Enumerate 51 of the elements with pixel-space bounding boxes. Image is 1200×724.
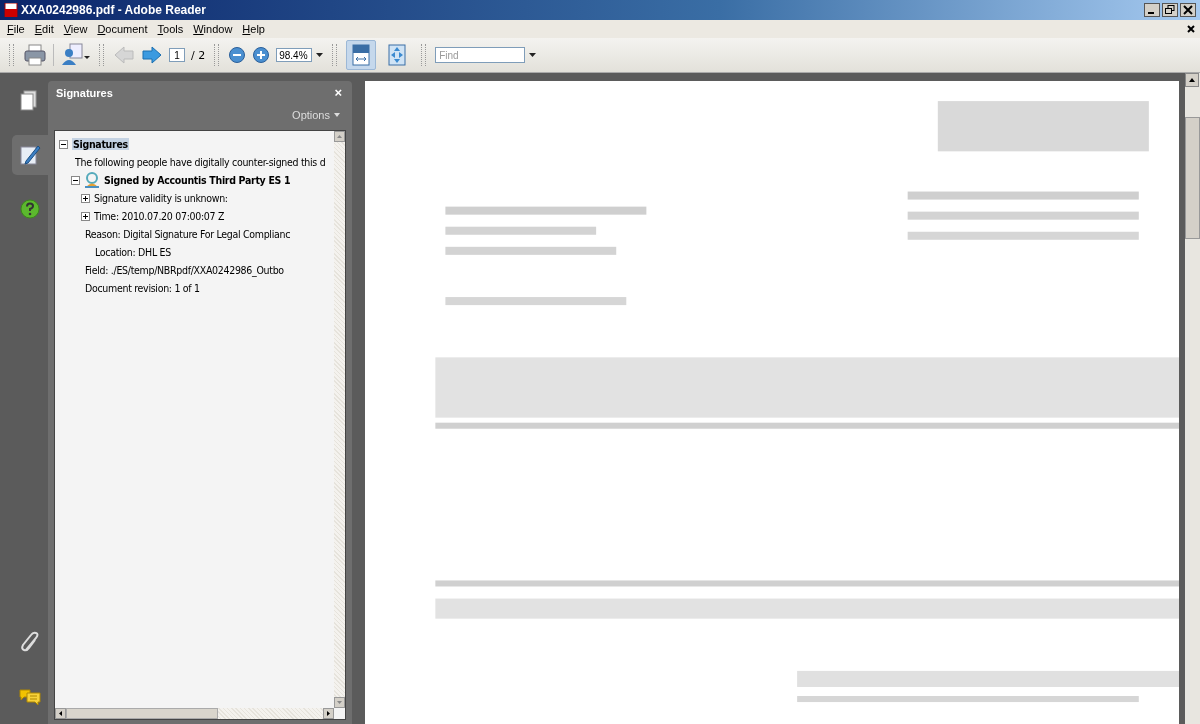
dropdown-caret-icon[interactable] (316, 53, 324, 57)
pen-and-paper-icon[interactable] (12, 135, 48, 175)
caret-icon[interactable] (334, 113, 340, 117)
menu-item[interactable]: View (58, 23, 93, 35)
menu-item[interactable]: Tools (152, 23, 189, 35)
collapse-toggle-icon[interactable] (59, 139, 68, 149)
restore-icon[interactable] (1162, 3, 1178, 17)
document-scrollbar[interactable] (1185, 73, 1200, 724)
scrollbar-thumb[interactable] (1185, 117, 1200, 239)
page-count: / 2 (191, 48, 206, 62)
print-icon[interactable] (23, 44, 47, 66)
find-field[interactable]: Find (435, 47, 526, 63)
window-title: XXA0242986.pdf - Adobe Reader (21, 3, 206, 17)
collapse-toggle-icon[interactable] (71, 175, 80, 185)
zoom-out-icon[interactable] (228, 46, 247, 64)
scroll-left-icon[interactable] (55, 708, 66, 719)
tree-group-label[interactable]: Signatures (72, 138, 129, 150)
tree-text: Document revision: 1 of 1 (85, 282, 200, 294)
zoom-field[interactable]: 98.4% (276, 48, 313, 62)
close-document-icon[interactable] (1187, 25, 1195, 33)
fit-width-button[interactable] (346, 40, 377, 70)
menu-item[interactable]: Document (92, 23, 153, 35)
horizontal-scrollbar[interactable] (55, 708, 334, 719)
tree-text: Location: DHL ES (95, 246, 171, 258)
page-number-field[interactable]: 1 (169, 48, 185, 62)
pdf-file-icon (4, 3, 18, 17)
close-panel-button[interactable]: × (332, 85, 344, 100)
dropdown-caret-icon[interactable] (529, 53, 537, 57)
tree-text: Reason: Digital Signature For Legal Complianc (85, 228, 291, 240)
tree-text: Field: ./ES/temp/NBRpdf/XXA0242986_Outbo (85, 264, 284, 276)
tree-item[interactable]: Time: 2010.07.20 07:00:07 Z (94, 210, 225, 222)
menu-item[interactable]: Help (237, 23, 270, 35)
next-page-icon[interactable] (141, 45, 163, 65)
close-icon[interactable] (1180, 3, 1196, 17)
scroll-up-icon[interactable] (1185, 73, 1199, 87)
scroll-right-icon[interactable] (323, 708, 334, 719)
tree-text: The following people have digitally counter-signed this d (75, 156, 326, 168)
minimize-icon[interactable] (1144, 3, 1160, 17)
tree-item[interactable]: Signature validity is unknown: (94, 192, 228, 204)
signer-question-icon (84, 172, 100, 188)
options-button[interactable]: Options (286, 108, 346, 122)
scrollbar-thumb[interactable] (66, 708, 218, 719)
menu-item[interactable]: File (2, 23, 30, 35)
signer-label[interactable]: Signed by Accountis Third Party ES 1 (104, 174, 291, 186)
expand-toggle-icon[interactable] (81, 193, 90, 203)
share-user-icon[interactable] (60, 43, 90, 67)
panel-title: Signatures (56, 86, 113, 99)
zoom-in-icon[interactable] (252, 46, 271, 64)
menu-item[interactable]: Edit (29, 23, 59, 35)
expand-toggle-icon[interactable] (81, 211, 90, 221)
menu-item[interactable]: Window (188, 23, 238, 35)
